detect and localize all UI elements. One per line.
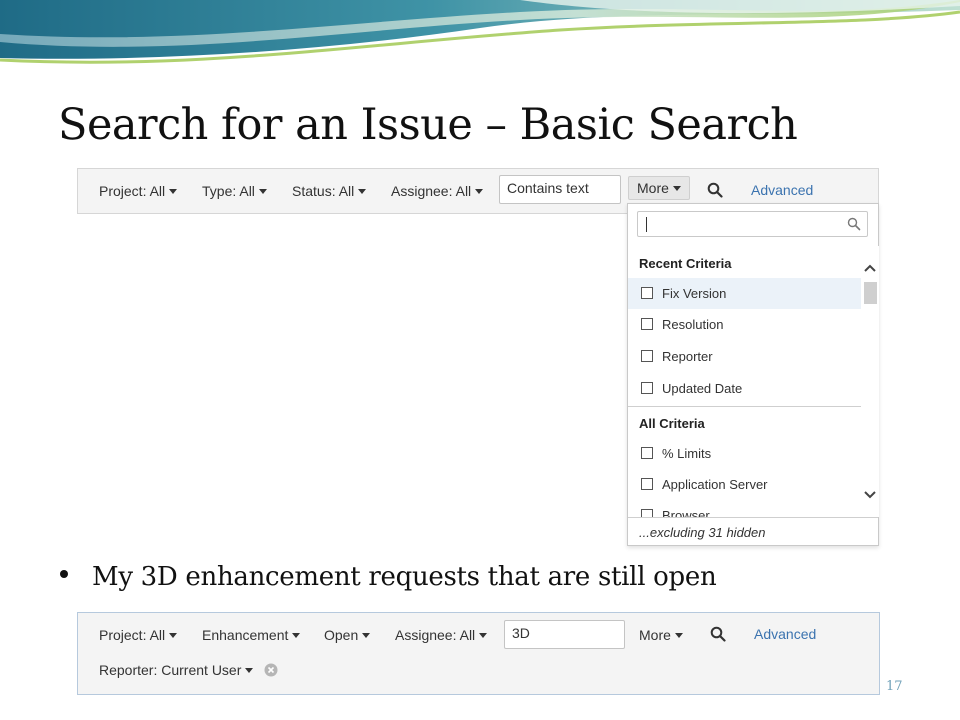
criteria-item-label: Fix Version	[662, 286, 727, 301]
search-icon[interactable]	[710, 626, 726, 642]
criteria-item-fix-version[interactable]: Fix Version	[628, 278, 861, 309]
status-filter-open[interactable]: Open	[324, 627, 371, 643]
scrollbar-thumb[interactable]	[864, 282, 877, 304]
criteria-item-limits[interactable]: % Limits	[628, 438, 861, 469]
chevron-up-icon[interactable]	[863, 262, 877, 274]
chevron-down-icon[interactable]	[863, 489, 877, 501]
checkbox[interactable]	[641, 509, 653, 517]
criteria-item-label: Application Server	[662, 477, 768, 492]
search-icon	[847, 217, 861, 231]
assignee-filter[interactable]: Assignee: All	[391, 183, 484, 199]
dropdown-footer: ...excluding 31 hidden	[628, 517, 878, 545]
criteria-item-browser[interactable]: Browser	[628, 500, 861, 517]
chevron-down-icon	[292, 633, 301, 638]
advanced-search-link[interactable]: Advanced	[754, 626, 816, 642]
criteria-item-reporter[interactable]: Reporter	[628, 341, 861, 372]
chevron-down-icon	[245, 668, 254, 673]
section-divider	[628, 406, 861, 407]
type-filter-label: Enhancement	[202, 627, 289, 643]
recent-criteria-heading: Recent Criteria	[639, 256, 732, 271]
project-filter-label: Project: All	[99, 627, 166, 643]
checkbox[interactable]	[641, 350, 653, 362]
criteria-search-input[interactable]	[637, 211, 868, 237]
chevron-down-icon	[672, 186, 681, 191]
hidden-criteria-count: ...excluding 31 hidden	[639, 525, 766, 540]
text-search-input[interactable]: 3D	[504, 620, 625, 649]
reporter-filter[interactable]: Reporter: Current User	[99, 662, 254, 678]
criteria-item-updated-date[interactable]: Updated Date	[628, 373, 861, 404]
criteria-item-application-server[interactable]: Application Server	[628, 469, 861, 500]
more-criteria-button[interactable]: More	[631, 624, 691, 646]
project-filter-label: Project: All	[99, 183, 166, 199]
header-wave-decoration	[0, 0, 960, 64]
chevron-down-icon	[479, 633, 488, 638]
criteria-item-label: Updated Date	[662, 381, 743, 396]
checkbox[interactable]	[641, 382, 653, 394]
all-criteria-heading: All Criteria	[639, 416, 705, 431]
search-icon[interactable]	[707, 182, 723, 198]
chevron-down-icon	[169, 189, 178, 194]
chevron-down-icon	[362, 633, 371, 638]
checkbox[interactable]	[641, 287, 653, 299]
chevron-down-icon	[475, 189, 484, 194]
clear-criteria-icon[interactable]	[264, 663, 278, 677]
dropdown-scrollbar[interactable]	[861, 246, 879, 517]
criteria-item-label: % Limits	[662, 446, 712, 461]
more-criteria-dropdown: Recent Criteria Fix Version Resolution R…	[627, 203, 879, 546]
advanced-search-link[interactable]: Advanced	[751, 182, 813, 198]
criteria-item-label: Browser	[662, 508, 710, 517]
assignee-filter-label: Assignee: All	[391, 183, 472, 199]
criteria-item-label: Reporter	[662, 349, 713, 364]
assignee-filter[interactable]: Assignee: All	[395, 627, 488, 643]
checkbox[interactable]	[641, 318, 653, 330]
status-filter-label: Open	[324, 627, 359, 643]
assignee-filter-label: Assignee: All	[395, 627, 476, 643]
project-filter[interactable]: Project: All	[99, 627, 178, 643]
chevron-down-icon	[674, 633, 683, 638]
bullet-text: My 3D enhancement requests that are stil…	[92, 562, 717, 592]
chevron-down-icon	[258, 189, 267, 194]
more-criteria-button[interactable]: More	[628, 176, 690, 200]
checkbox[interactable]	[641, 478, 653, 490]
type-filter-label: Type: All	[202, 183, 255, 199]
more-button-label: More	[637, 180, 669, 196]
reporter-filter-label: Reporter: Current User	[99, 662, 242, 678]
status-filter-label: Status: All	[292, 183, 355, 199]
type-filter-enhancement[interactable]: Enhancement	[202, 627, 301, 643]
criteria-item-resolution[interactable]: Resolution	[628, 309, 861, 340]
text-cursor	[646, 217, 647, 232]
page-number: 17	[886, 679, 903, 694]
text-search-input[interactable]: Contains text	[499, 175, 621, 204]
chevron-down-icon	[358, 189, 367, 194]
type-filter[interactable]: Type: All	[202, 183, 267, 199]
project-filter[interactable]: Project: All	[99, 183, 178, 199]
slide-title: Search for an Issue – Basic Search	[58, 100, 798, 150]
filtered-search-bar: Project: All Enhancement Open Assignee: …	[77, 612, 880, 695]
chevron-down-icon	[169, 633, 178, 638]
status-filter[interactable]: Status: All	[292, 183, 367, 199]
more-button-label: More	[639, 627, 671, 643]
criteria-item-label: Resolution	[662, 317, 724, 332]
checkbox[interactable]	[641, 447, 653, 459]
bullet-marker	[60, 570, 68, 578]
